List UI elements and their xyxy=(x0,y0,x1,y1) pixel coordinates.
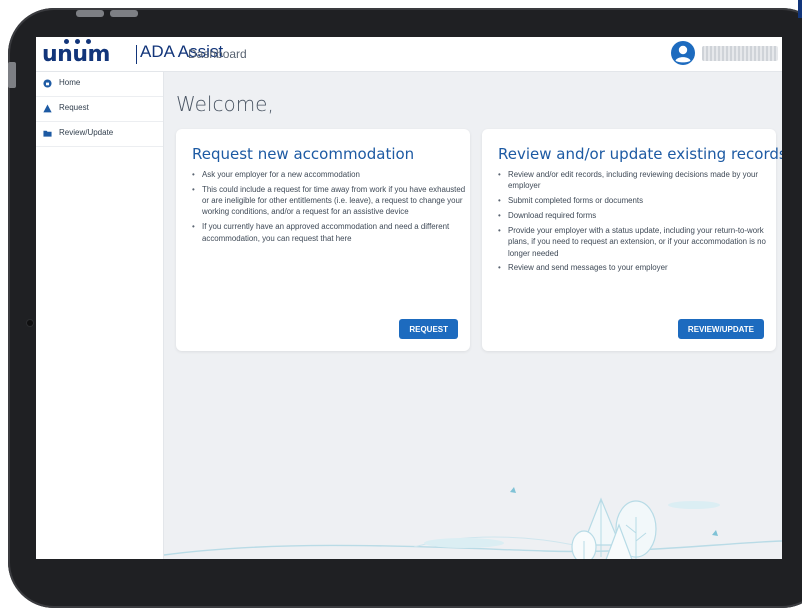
brand-logo[interactable]: unum xyxy=(42,39,110,67)
brand-name: unum xyxy=(42,42,110,67)
page-title: Welcome, xyxy=(176,92,274,116)
camera-dot xyxy=(27,320,33,326)
corner-accent xyxy=(798,0,802,18)
card-title: Request new accommodation xyxy=(192,145,415,163)
side-button xyxy=(8,62,16,88)
list-item: Ask your employer for a new accommodatio… xyxy=(192,169,470,181)
card-bullet-list: Review and/or edit records, including re… xyxy=(496,169,776,277)
review-update-button[interactable]: REVIEW/UPDATE xyxy=(677,319,764,339)
list-item: Review and/or edit records, including re… xyxy=(498,169,776,192)
sidebar-item-request[interactable]: Request xyxy=(36,97,163,122)
sidebar-item-label: Home xyxy=(59,78,81,87)
request-button[interactable]: REQUEST xyxy=(399,319,458,339)
card-title: Review and/or update existing records xyxy=(498,145,782,163)
request-card: Request new accommodation Ask your emplo… xyxy=(176,129,470,351)
home-icon xyxy=(43,79,52,88)
top-bar: unum ADA Assist Dashboard xyxy=(36,37,782,72)
list-item: Download required forms xyxy=(498,210,776,222)
app-screen: unum ADA Assist Dashboard Home Request R… xyxy=(36,37,782,559)
card-bullet-list: Ask your employer for a new accommodatio… xyxy=(190,169,470,248)
volume-button xyxy=(76,10,104,17)
logo-dots xyxy=(62,39,102,45)
list-item: This could include a request for time aw… xyxy=(192,184,470,218)
sidebar-item-label: Request xyxy=(59,103,89,112)
landscape-illustration xyxy=(164,487,782,559)
list-item: If you currently have an approved accomm… xyxy=(192,221,470,244)
review-card: Review and/or update existing records Re… xyxy=(482,129,782,351)
sidebar-item-review-update[interactable]: Review/Update xyxy=(36,122,163,147)
sidebar-item-label: Review/Update xyxy=(59,128,114,137)
list-item: Submit completed forms or documents xyxy=(498,195,776,207)
sidebar-item-home[interactable]: Home xyxy=(36,72,163,97)
user-circle-icon[interactable] xyxy=(670,40,696,66)
list-item: Provide your employer with a status upda… xyxy=(498,225,776,259)
list-item: Review and send messages to your employe… xyxy=(498,262,776,274)
brand-divider xyxy=(136,45,137,64)
main-content: Welcome, Request new accommodation Ask y… xyxy=(164,72,782,559)
user-name-redacted[interactable] xyxy=(702,46,778,61)
folder-icon xyxy=(43,130,52,137)
volume-button xyxy=(110,10,138,17)
sidebar: Home Request Review/Update xyxy=(36,72,164,559)
section-title: Dashboard xyxy=(188,47,247,61)
warning-icon xyxy=(43,104,52,113)
